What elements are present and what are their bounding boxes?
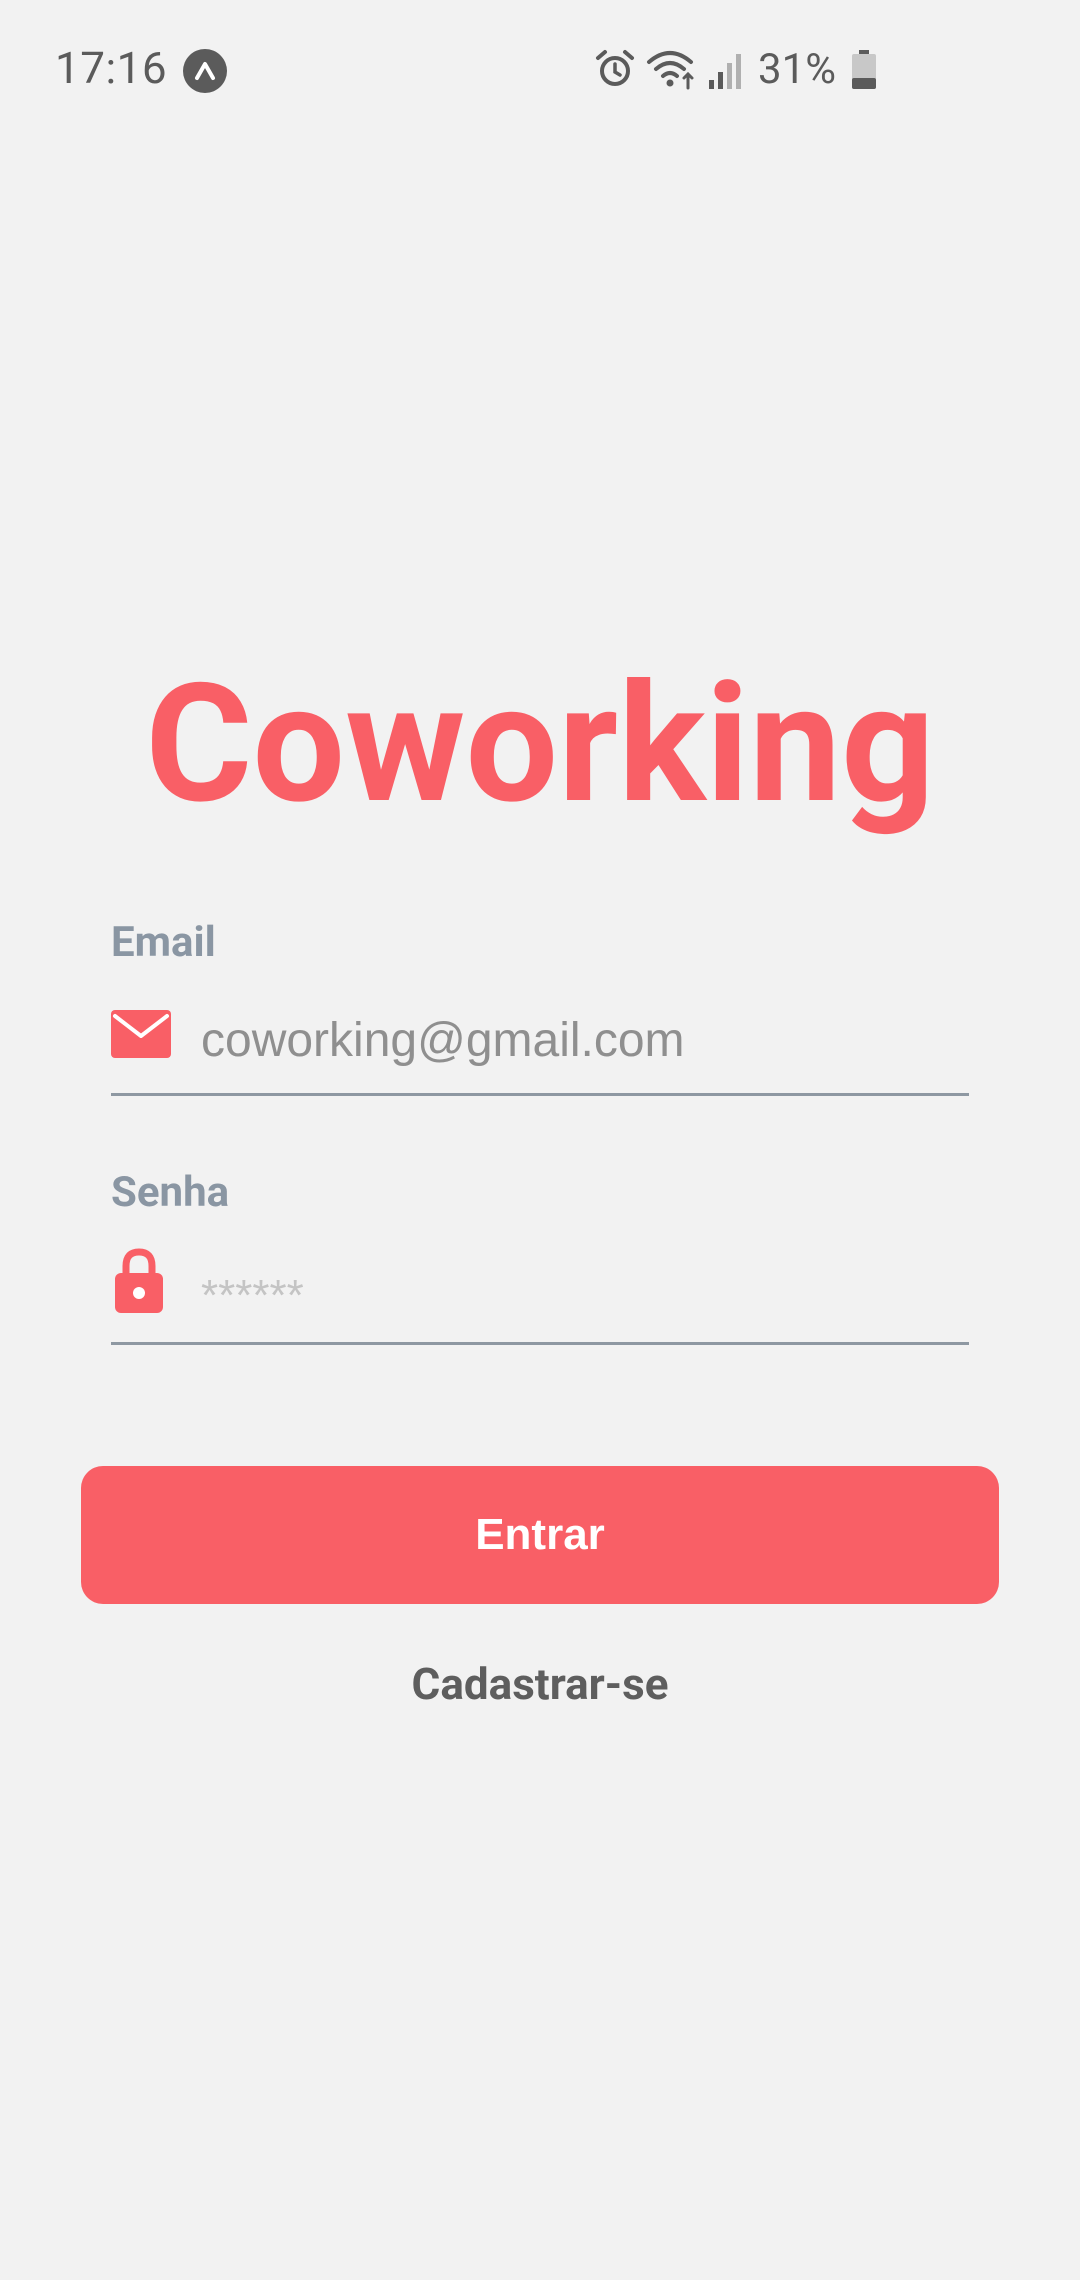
battery-percent: 31% [758, 45, 836, 94]
status-time: 17:16 [55, 42, 168, 94]
mail-icon [111, 1008, 171, 1064]
password-label: Senha [111, 1168, 230, 1217]
app-notification-icon [183, 49, 227, 93]
login-screen: 17:16 31% Coworking Email coworking@gmai… [0, 0, 1080, 2280]
email-label: Email [111, 918, 216, 967]
battery-icon [851, 50, 877, 94]
signal-icon [707, 52, 743, 94]
password-input[interactable] [201, 1253, 961, 1338]
login-button[interactable]: Entrar [81, 1466, 999, 1604]
email-input[interactable] [201, 998, 961, 1083]
status-bar: 17:16 31% [0, 0, 1080, 140]
password-field [111, 1247, 969, 1345]
lock-icon [111, 1247, 167, 1319]
app-title: Coworking [145, 649, 935, 841]
register-link[interactable]: Cadastrar-se [0, 1658, 1080, 1710]
alarm-icon [594, 48, 636, 94]
email-field [111, 998, 969, 1096]
wifi-icon [646, 48, 698, 94]
